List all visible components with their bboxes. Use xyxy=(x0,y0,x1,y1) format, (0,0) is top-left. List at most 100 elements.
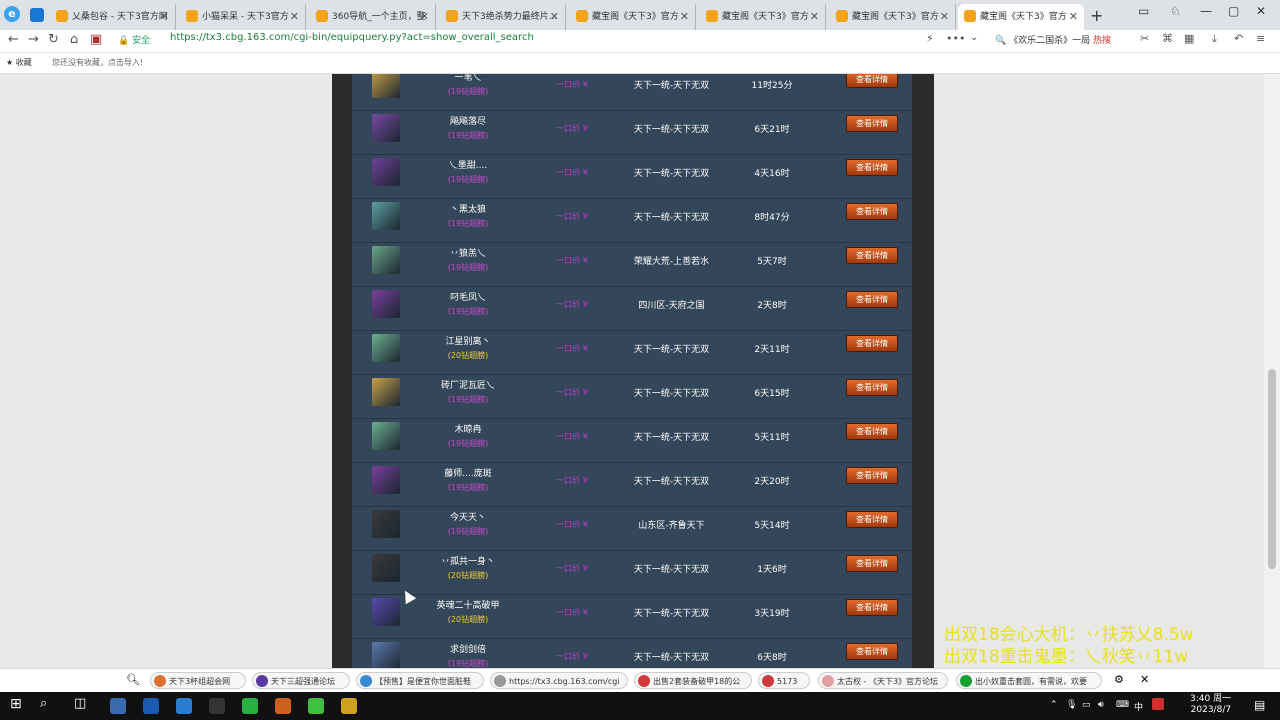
forward-icon[interactable]: → xyxy=(28,32,39,47)
clock[interactable]: 3:40 周一 2023/8/7 xyxy=(1190,694,1231,716)
url-field[interactable]: 🔒 安全 https://tx3.cbg.163.com/cgi-bin/equ… xyxy=(112,31,912,49)
bottom-tab[interactable]: 5173 xyxy=(758,672,810,689)
close-icon[interactable]: ✕ xyxy=(680,4,689,30)
character-avatar[interactable] xyxy=(372,510,400,538)
game-icon[interactable] xyxy=(341,698,357,714)
apps-icon[interactable]: ▦ xyxy=(1184,32,1194,45)
search-icon[interactable]: ⌕ xyxy=(40,696,47,711)
character-name[interactable]: 今天天丶 xyxy=(414,510,522,523)
wechat-icon[interactable] xyxy=(242,698,258,714)
character-avatar[interactable] xyxy=(372,598,400,626)
character-avatar[interactable] xyxy=(372,334,400,362)
character-name[interactable]: 飚飚落尽 xyxy=(414,114,522,127)
character-avatar[interactable] xyxy=(372,158,400,186)
character-avatar[interactable] xyxy=(372,554,400,582)
character-name[interactable]: 江星别离丶 xyxy=(414,334,522,347)
close-icon[interactable]: ✕ xyxy=(1140,673,1149,686)
browser-tab[interactable]: 藏宝阁《天下3》官方 ✕ xyxy=(830,4,956,30)
ime-label[interactable]: 中 xyxy=(1134,700,1143,713)
close-icon[interactable]: ✕ xyxy=(420,4,429,30)
character-name[interactable]: 丶黑太狼 xyxy=(414,202,522,215)
back-icon[interactable]: ← xyxy=(8,32,19,47)
character-avatar[interactable] xyxy=(372,74,400,98)
close-icon[interactable]: ✕ xyxy=(1069,4,1078,30)
maximize-icon[interactable]: ▢ xyxy=(1228,4,1239,18)
bottom-tab[interactable]: 天下三超强通论坛 xyxy=(252,672,350,689)
character-name[interactable]: 丷孤共一身丶 xyxy=(414,554,522,567)
character-avatar[interactable] xyxy=(372,246,400,274)
character-avatar[interactable] xyxy=(372,290,400,318)
character-avatar[interactable] xyxy=(372,422,400,450)
character-name[interactable]: 砖厂泥瓦匠乀 xyxy=(414,378,522,391)
view-details-button[interactable]: 查看详情 xyxy=(846,115,898,132)
view-details-button[interactable]: 查看详情 xyxy=(846,467,898,484)
search-icon[interactable]: 🔍︎ xyxy=(126,673,140,686)
input-method-icon[interactable]: ⌨ xyxy=(1116,700,1129,710)
home-icon[interactable]: ⌂ xyxy=(70,32,78,47)
tray-chevron-icon[interactable]: ⌃ xyxy=(1050,700,1058,710)
scissors-icon[interactable]: ✂ xyxy=(1140,32,1149,45)
browser-tab[interactable]: 360导航_一个主页，整 ✕ xyxy=(310,4,436,30)
browser-tab-active[interactable]: 藏宝阁《天下3》官方 ✕ xyxy=(958,4,1084,30)
reload-icon[interactable]: ↻ xyxy=(48,32,59,47)
browser-tab[interactable]: 藏宝阁《天下3》官方 ✕ xyxy=(700,4,826,30)
menu-icon[interactable]: ▭ xyxy=(1138,4,1149,18)
scrollbar-thumb[interactable] xyxy=(1268,369,1276,569)
browser-tab[interactable]: 小猫呆呆 - 天下3官方 ✕ xyxy=(180,4,306,30)
view-details-button[interactable]: 查看详情 xyxy=(846,74,898,88)
app-icon[interactable] xyxy=(275,698,291,714)
skin-icon[interactable]: ♘ xyxy=(1170,4,1181,18)
undo-icon[interactable]: ↶ xyxy=(1234,32,1243,45)
character-avatar[interactable] xyxy=(372,114,400,142)
mic-icon[interactable]: 🎙︎ xyxy=(1066,700,1077,710)
view-details-button[interactable]: 查看详情 xyxy=(846,599,898,616)
character-name[interactable]: 丷狼羔乀 xyxy=(414,246,522,259)
close-icon[interactable]: ✕ xyxy=(160,4,169,30)
character-name[interactable]: 英魂二十高破甲 xyxy=(414,598,522,611)
character-name[interactable]: 乀墨甜.... xyxy=(414,158,522,171)
character-avatar[interactable] xyxy=(372,378,400,406)
close-icon[interactable]: ✕ xyxy=(290,4,299,30)
bookmark-star-icon[interactable]: ★ 收藏 xyxy=(6,57,32,68)
view-details-button[interactable]: 查看详情 xyxy=(846,203,898,220)
character-avatar[interactable] xyxy=(372,466,400,494)
browser-icon[interactable] xyxy=(308,698,324,714)
bottom-tab[interactable]: 【预售】是便宜你世面脏鞋 xyxy=(356,672,484,689)
shield-icon[interactable]: ▣ xyxy=(90,32,102,47)
browser-tab[interactable]: 天下3绝杀势力最终片... ✕ xyxy=(440,4,566,30)
volume-icon[interactable]: 🔊︎ xyxy=(1098,700,1104,710)
menu-icon[interactable]: ≡ xyxy=(1256,32,1265,45)
close-icon[interactable]: ✕ xyxy=(940,4,949,30)
download-icon[interactable]: ⤓ xyxy=(1212,32,1217,46)
antivirus-icon[interactable] xyxy=(1152,698,1164,710)
view-details-button[interactable]: 查看详情 xyxy=(846,643,898,660)
view-details-button[interactable]: 查看详情 xyxy=(846,335,898,352)
character-avatar[interactable] xyxy=(372,642,400,668)
edge-icon[interactable] xyxy=(143,698,159,714)
character-avatar[interactable] xyxy=(372,202,400,230)
bottom-tab[interactable]: 天下3杯组超会网 xyxy=(150,672,246,689)
character-name[interactable]: 求剑剑倍 xyxy=(414,642,522,655)
close-icon[interactable]: ✕ xyxy=(550,4,559,30)
close-window-icon[interactable]: ✕ xyxy=(1256,4,1266,18)
view-details-button[interactable]: 查看详情 xyxy=(846,379,898,396)
new-tab-icon[interactable]: + xyxy=(1090,6,1103,25)
app-icon[interactable] xyxy=(209,698,225,714)
bottom-tab[interactable]: https://tx3.cbg.163.com/cgi xyxy=(490,672,628,689)
character-name[interactable]: 木晾冉 xyxy=(414,422,522,435)
character-name[interactable]: 叼毛凤乀 xyxy=(414,290,522,303)
notification-icon[interactable]: ▤ xyxy=(1254,698,1265,712)
check-icon[interactable] xyxy=(30,8,44,22)
chevron-down-icon[interactable]: ⌄ xyxy=(970,32,978,43)
bottom-tab[interactable]: 出售2套装备破甲18的公 xyxy=(634,672,752,689)
task-view-icon[interactable]: ◫ xyxy=(74,696,86,711)
close-icon[interactable]: ✕ xyxy=(810,4,819,30)
bottom-tab[interactable]: 出小奴重击套圆，有需说，欢要 xyxy=(956,672,1102,689)
view-details-button[interactable]: 查看详情 xyxy=(846,555,898,572)
view-details-button[interactable]: 查看详情 xyxy=(846,247,898,264)
character-name[interactable]: 藤师....庞斑 xyxy=(414,466,522,479)
network-icon[interactable]: ▭ xyxy=(1082,700,1091,710)
view-details-button[interactable]: 查看详情 xyxy=(846,511,898,528)
lightning-icon[interactable]: ⚡ xyxy=(926,32,934,45)
character-name[interactable]: 一苇乀 xyxy=(414,74,522,83)
